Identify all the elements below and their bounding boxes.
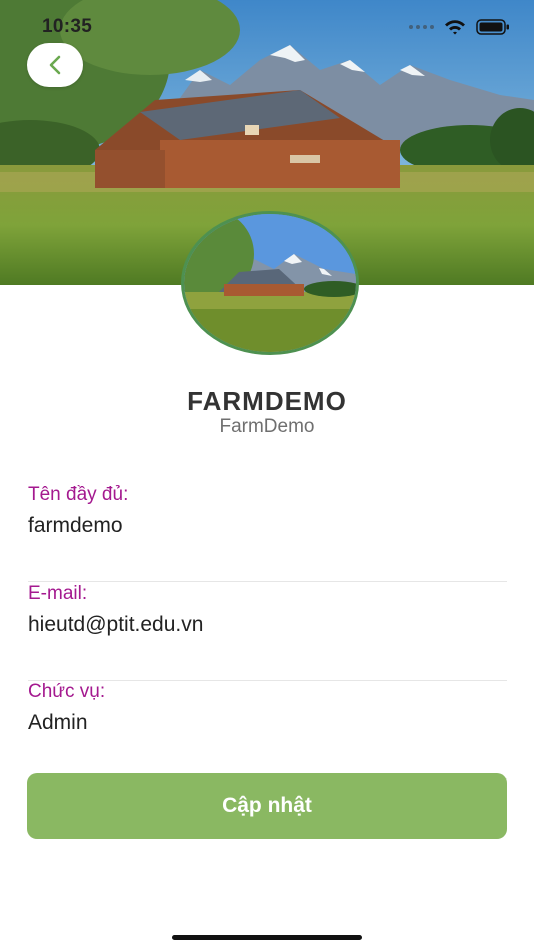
status-icons: [409, 16, 510, 38]
field-label: Tên đầy đủ:: [28, 484, 129, 505]
avatar[interactable]: [181, 211, 359, 355]
status-bar: 10:35: [0, 0, 534, 54]
username: FarmDemo: [219, 416, 315, 437]
field-email: E-mail: hieutd@ptit.edu.vn: [28, 583, 507, 681]
field-label: E-mail:: [28, 583, 88, 604]
field-label: Chức vụ:: [28, 681, 106, 702]
field-value: Admin: [28, 711, 88, 734]
chevron-left-icon: [49, 55, 61, 75]
field-full-name: Tên đầy đủ: farmdemo: [28, 484, 507, 582]
home-indicator[interactable]: [172, 935, 362, 940]
field-value: farmdemo: [28, 514, 123, 537]
back-button[interactable]: [27, 43, 83, 87]
wifi-icon: [445, 20, 465, 35]
field-position: Chức vụ: Admin: [28, 681, 507, 779]
profile-screen: 10:35 FARMDEMO FarmDemo Tên đầy đủ: farm…: [0, 0, 534, 950]
battery-icon: [476, 19, 509, 35]
field-value: hieutd@ptit.edu.vn: [28, 613, 204, 636]
status-time: 10:35: [42, 16, 93, 37]
display-name: FARMDEMO: [187, 386, 347, 416]
update-button[interactable]: Cập nhật: [27, 773, 507, 839]
signal-icon: [409, 25, 434, 29]
